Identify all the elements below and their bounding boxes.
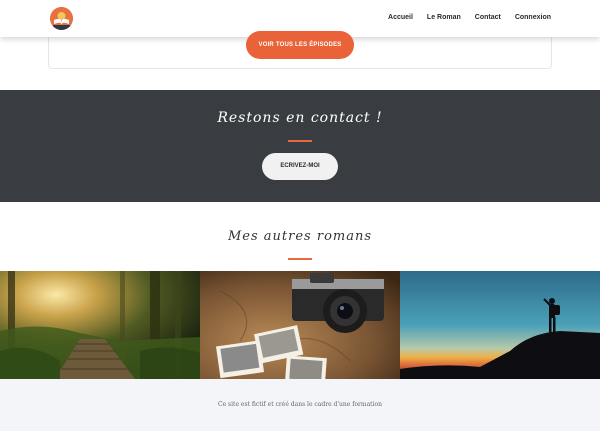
- contact-section: Restons en contact ! ECRIVEZ-MOI: [0, 90, 600, 202]
- logo-icon[interactable]: [50, 7, 73, 30]
- page-footer: Ce site est fictif et créé dans le cadre…: [0, 379, 600, 431]
- footer-disclaimer: Ce site est fictif et créé dans le cadre…: [218, 401, 382, 408]
- hiker-sunset-silhouette-image[interactable]: [400, 271, 600, 379]
- novels-gallery: [0, 271, 600, 379]
- novels-title: Mes autres romans: [227, 229, 373, 244]
- contact-title: Restons en contact !: [217, 110, 383, 126]
- main-nav: Accueil Le Roman Contact Connexion: [388, 14, 551, 21]
- nav-contact[interactable]: Contact: [475, 14, 501, 21]
- nav-le-roman[interactable]: Le Roman: [427, 14, 461, 21]
- write-me-button[interactable]: ECRIVEZ-MOI: [262, 153, 338, 180]
- novels-divider: [288, 258, 312, 260]
- camera-vintage-photos-image[interactable]: [200, 271, 400, 379]
- contact-divider: [288, 140, 312, 142]
- nav-connexion[interactable]: Connexion: [515, 14, 551, 21]
- nav-accueil[interactable]: Accueil: [388, 14, 413, 21]
- view-all-episodes-button[interactable]: VOIR TOUS LES ÉPISODES: [246, 31, 354, 59]
- forest-boardwalk-image[interactable]: [0, 271, 200, 379]
